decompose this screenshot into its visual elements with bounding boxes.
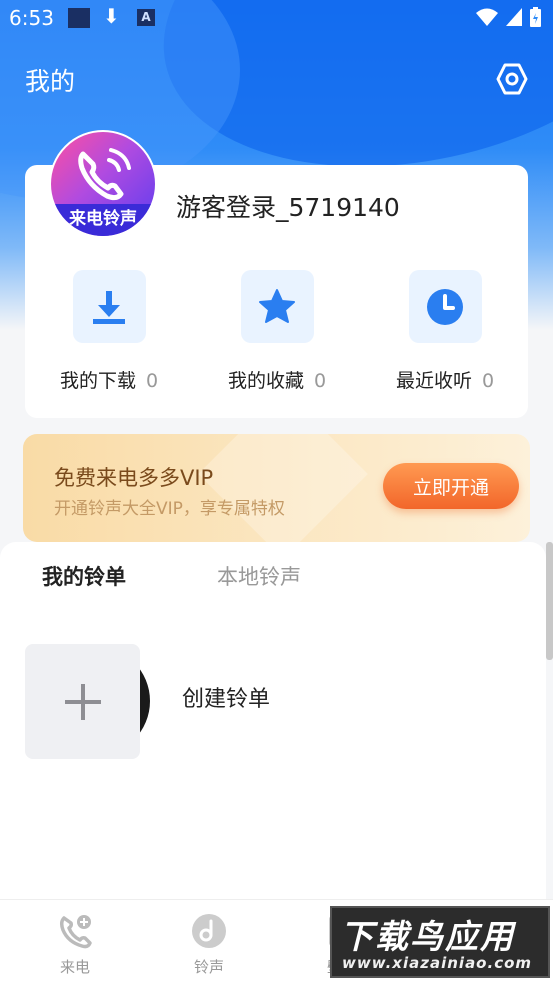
scrollbar[interactable]	[546, 542, 553, 660]
qa-label: 我的收藏 0	[227, 370, 327, 392]
qa-icon-box	[72, 270, 146, 343]
page-title: 我的	[25, 67, 76, 96]
qa-icon-box	[240, 270, 314, 343]
recently-played-button[interactable]: 最近收听 0	[375, 270, 515, 393]
download-icon: ⬇	[103, 4, 120, 28]
banner-decoration	[198, 434, 368, 542]
status-icons	[476, 7, 541, 27]
qa-label: 我的下载 0	[59, 370, 159, 392]
watermark-logo: 下载鸟应用 www.xiazainiao.com	[330, 906, 550, 978]
notification-square-icon	[68, 8, 90, 28]
tab-my-playlists[interactable]: 我的铃单	[42, 561, 126, 591]
qa-label: 最近收听 0	[395, 370, 495, 392]
watermark-title: 下载鸟应用	[340, 917, 515, 956]
settings-button[interactable]	[495, 62, 529, 96]
nav-label: 铃声	[193, 958, 224, 976]
my-downloads-button[interactable]: 我的下载 0	[39, 270, 179, 393]
avatar[interactable]: 来电铃声	[49, 130, 157, 238]
qa-count: 0	[145, 370, 159, 392]
text-a-icon: A	[137, 9, 155, 26]
hexagon-settings-icon	[496, 63, 528, 95]
phone-ring-icon	[78, 148, 131, 201]
qa-icon-box	[408, 270, 482, 343]
vip-subtitle: 开通铃声大全VIP，享专属特权	[54, 499, 285, 519]
star-icon	[259, 288, 295, 323]
status-time: 6:53	[9, 6, 54, 30]
phone-icon	[59, 915, 92, 949]
battery-icon	[530, 7, 541, 27]
download-icon	[93, 290, 125, 324]
nav-label: 来电	[59, 958, 90, 976]
signal-icon	[506, 8, 522, 26]
tab-local-ringtones[interactable]: 本地铃声	[217, 561, 301, 591]
wifi-icon	[476, 8, 498, 26]
my-favorites-button[interactable]: 我的收藏 0	[207, 270, 347, 393]
create-playlist-button[interactable]	[25, 644, 140, 759]
music-note-icon	[192, 914, 226, 948]
qa-count: 0	[313, 370, 327, 392]
avatar-text: 来电铃声	[51, 204, 155, 236]
vip-title: 免费来电多多VIP	[54, 466, 214, 490]
status-bar: 6:53 ⬇ A	[0, 0, 553, 36]
plus-icon	[64, 683, 101, 720]
activate-vip-button[interactable]: 立即开通	[383, 463, 519, 509]
nav-item-ringtones[interactable]: 铃声	[169, 912, 249, 977]
clock-icon	[427, 288, 463, 325]
nav-item-calls[interactable]: 来电	[35, 912, 115, 977]
vip-banner[interactable]: 免费来电多多VIP 开通铃声大全VIP，享专属特权 立即开通	[23, 434, 530, 542]
watermark-url: www.xiazainiao.com	[342, 954, 533, 972]
username[interactable]: 游客登录_5719140	[176, 188, 400, 224]
qa-count: 0	[481, 370, 495, 392]
create-playlist-label[interactable]: 创建铃单	[182, 681, 270, 713]
